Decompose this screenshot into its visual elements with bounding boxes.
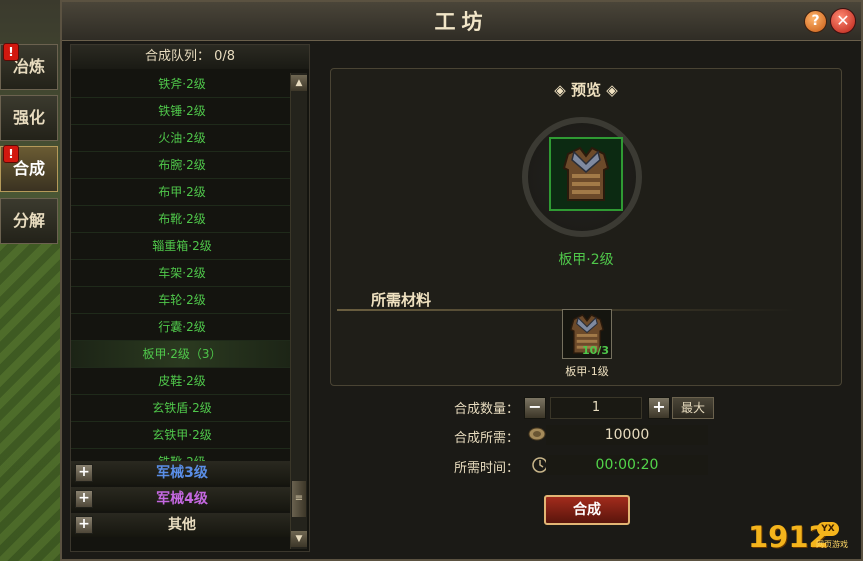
list-item-selected[interactable]: 板甲·2级（3） [71,341,293,368]
list-item[interactable]: 铁锤·2级 [71,98,293,125]
result-item-name: 板甲·2级 [558,252,614,268]
help-button[interactable]: ? [804,10,827,33]
close-button[interactable]: ✕ [830,8,856,34]
material-slot[interactable]: 10/3 [562,309,612,359]
recipe-items: 铁斧·2级 铁锤·2级 火油·2级 布腕·2级 布甲·2级 布靴·2级 辎重箱·… [71,71,293,476]
plate-armor-icon [562,146,610,201]
category-military-4[interactable]: + 军械4级 [71,487,293,511]
time-label: 所需时间： [454,461,520,476]
tab-enhance[interactable]: 强化 [0,95,58,141]
result-item-slot[interactable] [549,137,623,211]
cost-value: 10000 [546,425,708,445]
list-item[interactable]: 车轮·2级 [71,287,293,314]
list-scrollbar[interactable]: ▲ ≡ ▼ [290,73,307,549]
category-military-3[interactable]: + 军械3级 [71,461,293,485]
expand-icon: + [75,490,93,508]
list-item[interactable]: 行囊·2级 [71,314,293,341]
quantity-label: 合成数量： [454,402,520,417]
list-item[interactable]: 车架·2级 [71,260,293,287]
craft-button[interactable]: 合成 [544,495,630,525]
list-item[interactable]: 皮鞋·2级 [71,368,293,395]
materials-heading: 所需材料 [371,291,432,309]
window-title: 工坊 [434,9,489,34]
alert-icon: ! [3,145,19,163]
list-item[interactable]: 玄铁盾·2级 [71,395,293,422]
max-button[interactable]: 最大 [672,397,714,419]
list-item[interactable]: 布腕·2级 [71,152,293,179]
watermark-subtitle: 网页游戏 [816,540,848,549]
tab-label: 强化 [12,108,45,127]
queue-count: 0/8 [214,49,236,64]
workshop-window: 工坊 ? ✕ 合成队列： 0/8 铁斧·2级 铁锤·2级 火油·2级 布腕·2级… [60,0,863,561]
title-bar: 工坊 ? ✕ [62,2,861,41]
tab-craft[interactable]: ! 合成 [0,145,58,192]
list-item[interactable]: 辎重箱·2级 [71,233,293,260]
quantity-input[interactable]: 1 [550,397,642,419]
scroll-down-button[interactable]: ▼ [291,531,307,547]
site-watermark: 1912 YX 网页游戏 [748,518,858,554]
queue-label: 合成队列： [144,49,210,64]
tab-label: 分解 [12,211,45,230]
tab-decompose[interactable]: 分解 [0,198,58,244]
quantity-plus-button[interactable]: + [648,397,670,419]
category-other[interactable]: + 其他 [71,513,293,537]
material-count: 10/3 [582,344,609,357]
coin-icon [528,427,546,441]
expand-icon: + [75,516,93,534]
cost-label: 合成所需： [454,431,520,446]
material-name: 板甲·1级 [565,365,609,378]
category-label: 军械4级 [156,491,208,507]
preview-panel: ◈ 预览 ◈ 板甲·2级 所需材料 10/3 板甲·1级 [330,68,842,386]
scroll-thumb[interactable]: ≡ [292,481,306,517]
quantity-minus-button[interactable]: − [524,397,546,419]
list-item[interactable]: 布甲·2级 [71,179,293,206]
list-item[interactable]: 火油·2级 [71,125,293,152]
list-item[interactable]: 铁斧·2级 [71,71,293,98]
time-value: 00:00:20 [546,455,708,475]
preview-title: ◈ 预览 ◈ [554,81,618,99]
list-item[interactable]: 玄铁甲·2级 [71,422,293,449]
scroll-up-button[interactable]: ▲ [291,75,307,91]
recipe-list-panel: 合成队列： 0/8 铁斧·2级 铁锤·2级 火油·2级 布腕·2级 布甲·2级 … [70,44,310,552]
watermark-badge: YX [817,522,839,536]
tab-smelt[interactable]: ! 冶炼 [0,43,58,90]
expand-icon: + [75,464,93,482]
queue-header: 合成队列： 0/8 [71,45,309,69]
alert-icon: ! [3,43,19,61]
category-label: 军械3级 [156,465,208,481]
category-label: 其他 [168,517,196,533]
list-item[interactable]: 布靴·2级 [71,206,293,233]
